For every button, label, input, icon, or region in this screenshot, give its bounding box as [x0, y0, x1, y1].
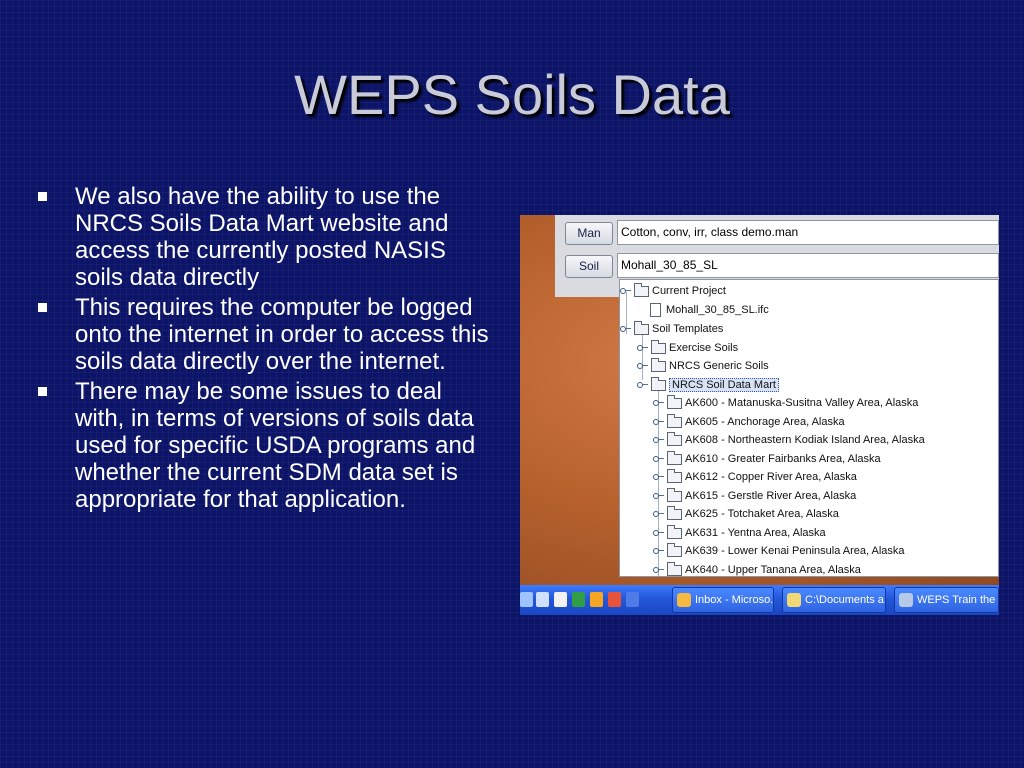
folder-icon — [667, 561, 682, 576]
taskbar-button-inbox[interactable]: Inbox - Microso... — [672, 587, 774, 613]
soil-button[interactable]: Soil — [565, 255, 613, 278]
management-file-field[interactable]: Cotton, conv, irr, class demo.man — [617, 220, 999, 245]
weps-app-icon — [899, 593, 913, 607]
quick-launch-icon[interactable] — [536, 592, 549, 607]
folder-icon — [634, 282, 649, 297]
tree-toggle-icon[interactable] — [620, 282, 634, 300]
folder-icon — [651, 339, 666, 354]
weps-screenshot: Man Cotton, conv, irr, class demo.man So… — [520, 215, 999, 615]
tree-node-soil-area[interactable]: AK615 - Gerstle River Area, Alaska — [653, 487, 856, 505]
tree-node-exercise-soils[interactable]: Exercise Soils — [637, 339, 738, 357]
tree-node-soil-area[interactable]: AK639 - Lower Kenai Peninsula Area, Alas… — [653, 542, 905, 560]
tree-toggle-icon[interactable] — [653, 487, 667, 505]
folder-icon — [667, 487, 682, 502]
bullet-item: This requires the computer be logged ont… — [38, 294, 493, 375]
tree-node-project-file[interactable]: Mohall_30_85_SL.ifc — [650, 301, 769, 319]
tree-toggle-icon[interactable] — [653, 431, 667, 449]
tree-node-soil-templates[interactable]: Soil Templates — [620, 320, 723, 338]
bullet-item: There may be some issues to deal with, i… — [38, 378, 493, 513]
tree-toggle-icon[interactable] — [637, 339, 651, 357]
tree-node-nrcs-soil-data-mart[interactable]: NRCS Soil Data Mart — [637, 376, 779, 394]
folder-icon — [667, 505, 682, 520]
folder-icon — [787, 593, 801, 607]
folder-icon — [667, 413, 682, 428]
tree-toggle-icon[interactable] — [653, 524, 667, 542]
folder-icon — [667, 450, 682, 465]
windows-taskbar: Inbox - Microso... C:\Documents a... WEP… — [520, 585, 999, 615]
square-bullet-icon — [38, 192, 47, 201]
folder-icon — [667, 431, 682, 446]
tree-toggle-icon[interactable] — [653, 413, 667, 431]
quick-launch-icon[interactable] — [608, 592, 621, 607]
bullet-text: This requires the computer be logged ont… — [75, 294, 489, 375]
taskbar-button-documents[interactable]: C:\Documents a... — [782, 587, 886, 613]
tree-toggle-icon[interactable] — [620, 320, 634, 338]
tree-toggle-icon[interactable] — [653, 542, 667, 560]
tree-node-soil-area[interactable]: AK625 - Totchaket Area, Alaska — [653, 505, 839, 523]
quick-launch-icon[interactable] — [520, 592, 533, 607]
soil-file-field[interactable]: Mohall_30_85_SL — [617, 253, 999, 278]
word-icon[interactable] — [626, 592, 639, 607]
browser-icon[interactable] — [590, 592, 603, 607]
tree-toggle-icon[interactable] — [653, 468, 667, 486]
tree-node-soil-area[interactable]: AK608 - Northeastern Kodiak Island Area,… — [653, 431, 925, 449]
bullet-text: There may be some issues to deal with, i… — [75, 378, 476, 513]
tree-node-soil-area[interactable]: AK612 - Copper River Area, Alaska — [653, 468, 857, 486]
taskbar-button-weps[interactable]: WEPS Train the ... — [894, 587, 999, 613]
folder-icon — [634, 320, 649, 335]
folder-icon — [667, 542, 682, 557]
outlook-icon — [677, 593, 691, 607]
bullet-list: We also have the ability to use the NRCS… — [38, 183, 493, 516]
folder-icon — [667, 524, 682, 539]
excel-icon[interactable] — [572, 592, 585, 607]
tree-node-soil-area[interactable]: AK605 - Anchorage Area, Alaska — [653, 413, 845, 431]
tree-toggle-icon[interactable] — [653, 450, 667, 468]
tree-toggle-icon[interactable] — [653, 394, 667, 412]
bullet-text: We also have the ability to use the NRCS… — [75, 183, 449, 291]
folder-icon — [651, 376, 666, 391]
tree-node-soil-area[interactable]: AK640 - Upper Tanana Area, Alaska — [653, 561, 861, 576]
tree-node-nrcs-generic-soils[interactable]: NRCS Generic Soils — [637, 357, 769, 375]
quick-launch-icon[interactable] — [554, 592, 567, 607]
man-button[interactable]: Man — [565, 222, 613, 245]
tree-toggle-icon[interactable] — [653, 505, 667, 523]
tree-toggle-icon[interactable] — [637, 357, 651, 375]
tree-toggle-icon[interactable] — [637, 376, 651, 394]
soil-tree-view[interactable]: Current Project Mohall_30_85_SL.ifc Soil… — [619, 279, 999, 577]
file-icon — [650, 303, 661, 317]
folder-icon — [651, 357, 666, 372]
tree-node-soil-area[interactable]: AK631 - Yentna Area, Alaska — [653, 524, 826, 542]
folder-icon — [667, 394, 682, 409]
tree-node-soil-area[interactable]: AK600 - Matanuska-Susitna Valley Area, A… — [653, 394, 918, 412]
slide-title: WEPS Soils Data — [294, 63, 730, 126]
tree-toggle-icon[interactable] — [653, 561, 667, 576]
bullet-item: We also have the ability to use the NRCS… — [38, 183, 493, 291]
tree-node-soil-area[interactable]: AK610 - Greater Fairbanks Area, Alaska — [653, 450, 881, 468]
folder-icon — [667, 468, 682, 483]
square-bullet-icon — [38, 387, 47, 396]
square-bullet-icon — [38, 303, 47, 312]
tree-node-current-project[interactable]: Current Project — [620, 282, 726, 300]
